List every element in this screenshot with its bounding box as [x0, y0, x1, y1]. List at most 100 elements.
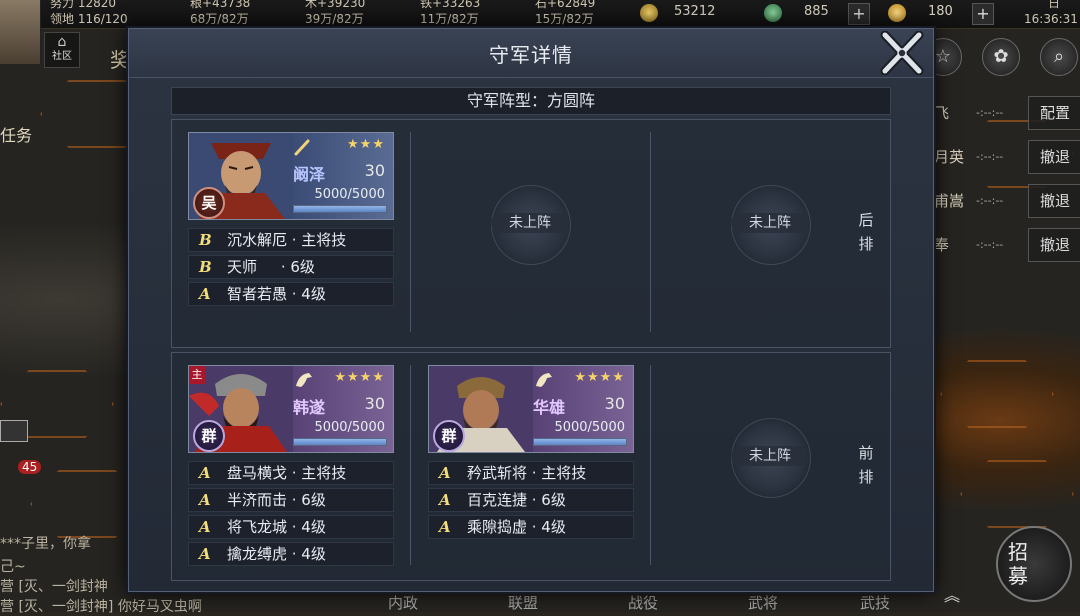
- skill-name: 百克连捷 · 6级: [467, 491, 566, 509]
- chat-line[interactable]: 营 [灭、一剑封神: [0, 576, 108, 596]
- skill-row[interactable]: B 天师 · 6级: [188, 255, 394, 279]
- skill-row[interactable]: A 乘隙捣虚 · 4级: [428, 515, 634, 539]
- troop-timer: -:--:--: [976, 150, 1004, 163]
- config-button[interactable]: 配置: [1028, 96, 1080, 130]
- wood-amount: 39万/82万: [305, 12, 364, 26]
- close-icon: [880, 30, 924, 76]
- skill-name: 智者若愚 · 4级: [227, 285, 326, 303]
- formation-label: 守军阵型：方圆阵: [171, 87, 891, 115]
- skill-row[interactable]: A 半济而击 · 6级: [188, 488, 394, 512]
- troop-timer: -:--:--: [976, 194, 1004, 207]
- community-button[interactable]: ⌂ 社区: [44, 32, 80, 68]
- nav-skills[interactable]: 武技: [860, 592, 890, 613]
- garrison-detail-dialog: 守军详情 守军阵型：方圆阵 后排 吴 ★★★ 阚泽 30 5000/5000 B…: [128, 28, 934, 592]
- hero-troops: 5000/5000: [554, 420, 625, 435]
- back-row-panel: 后排 吴 ★★★ 阚泽 30 5000/5000 B 沉水解厄 · 主将技 B …: [171, 119, 891, 348]
- copper-coin-icon: [640, 4, 658, 22]
- iron-income: 铁+33263: [420, 0, 481, 10]
- award-tab[interactable]: 奖: [110, 44, 130, 73]
- skill-grade: B: [199, 258, 212, 276]
- nav-generals[interactable]: 武将: [748, 592, 778, 613]
- nav-campaign[interactable]: 战役: [628, 592, 658, 613]
- column-divider: [410, 132, 411, 332]
- front-row-label: 前排: [858, 444, 874, 486]
- mail-icon[interactable]: [0, 420, 28, 442]
- skill-name: 擒龙缚虎 · 4级: [227, 545, 326, 563]
- hero-card-kanze[interactable]: 吴 ★★★ 阚泽 30 5000/5000: [188, 132, 394, 220]
- hero-card-hansui[interactable]: 主 群 ★★★★ 韩遂 30 5000/5000: [188, 365, 394, 453]
- skill-row[interactable]: A 矜武斩将 · 主将技: [428, 461, 634, 485]
- skill-row[interactable]: B 沉水解厄 · 主将技: [188, 228, 394, 252]
- troop-bar: [293, 205, 387, 213]
- hero-card-huaxiong[interactable]: 群 ★★★★ 华雄 30 5000/5000: [428, 365, 634, 453]
- skill-row[interactable]: A 擒龙缚虎 · 4级: [188, 542, 394, 566]
- empty-slot[interactable]: 未上阵: [731, 185, 811, 265]
- hero-troops: 5000/5000: [314, 187, 385, 202]
- clock-time: 16:36:31: [1024, 12, 1078, 26]
- withdraw-button[interactable]: 撤退: [1028, 228, 1080, 262]
- map-hex-tile: [30, 470, 144, 538]
- nav-alliance[interactable]: 联盟: [508, 592, 538, 613]
- column-divider: [650, 365, 651, 565]
- empty-slot-label: 未上阵: [491, 213, 569, 233]
- withdraw-button[interactable]: 撤退: [1028, 140, 1080, 174]
- skill-grade: A: [439, 518, 451, 536]
- avatar[interactable]: [0, 0, 41, 64]
- chat-line[interactable]: 己~: [0, 556, 26, 576]
- empty-slot[interactable]: 未上阵: [731, 418, 811, 498]
- skill-row[interactable]: A 百克连捷 · 6级: [428, 488, 634, 512]
- food-income: 粮+43738: [190, 0, 251, 10]
- troop-bar: [533, 438, 627, 446]
- task-tab[interactable]: 任务: [0, 122, 32, 146]
- empty-slot[interactable]: 未上阵: [491, 185, 571, 265]
- gold-amount: 180: [928, 4, 953, 19]
- empty-slot-label: 未上阵: [731, 213, 809, 233]
- add-jade-button[interactable]: +: [848, 3, 870, 25]
- skill-row[interactable]: A 将飞龙城 · 4级: [188, 515, 394, 539]
- skill-name: 沉水解厄 · 主将技: [227, 231, 347, 249]
- nav-domestic[interactable]: 内政: [388, 592, 418, 613]
- hero-name: 韩遂: [293, 398, 326, 417]
- map-hex-tile: [940, 360, 1054, 428]
- troop-name: 飞: [934, 104, 950, 122]
- resource-bar: 努力 12820 领地 116/120 粮+43738 68万/82万 木+39…: [0, 0, 1080, 29]
- chat-line[interactable]: 营 [灭、一剑封神] 你好马叉虫啊: [0, 596, 202, 616]
- search-icon[interactable]: ⌕: [1040, 38, 1078, 76]
- stone-amount: 15万/82万: [535, 12, 594, 26]
- skill-grade: A: [199, 491, 211, 509]
- hero-troops: 5000/5000: [314, 420, 385, 435]
- food-amount: 68万/82万: [190, 12, 249, 26]
- recruit-button[interactable]: 招募: [996, 526, 1072, 602]
- troop-bar-fill: [294, 206, 386, 212]
- skill-grade: A: [199, 285, 211, 303]
- jade-amount: 885: [804, 4, 829, 19]
- dialog-header: 守军详情: [129, 29, 933, 78]
- skill-grade: B: [199, 231, 212, 249]
- skill-row[interactable]: A 盘马横戈 · 主将技: [188, 461, 394, 485]
- expand-up-icon[interactable]: ︽: [944, 582, 960, 606]
- dialog-title: 守军详情: [489, 43, 573, 67]
- empty-slot-label: 未上阵: [731, 446, 809, 466]
- day-indicator: 日: [1048, 0, 1061, 10]
- close-button[interactable]: [879, 30, 925, 76]
- add-gold-button[interactable]: +: [972, 3, 994, 25]
- recruit-label: 招募: [1008, 540, 1028, 588]
- withdraw-button[interactable]: 撤退: [1028, 184, 1080, 218]
- skill-grade: A: [199, 545, 211, 563]
- hero-name: 华雄: [533, 398, 566, 417]
- territory-stat: 领地 116/120: [50, 12, 128, 26]
- skill-grade: A: [439, 491, 451, 509]
- gold-icon: [888, 4, 906, 22]
- skill-grade: A: [439, 464, 451, 482]
- bottom-nav: 内政 联盟 战役 武将 武技: [360, 592, 920, 612]
- skill-row[interactable]: A 智者若愚 · 4级: [188, 282, 394, 306]
- front-row-panel: 前排 主 群 ★★★★ 韩遂 30 5000/5000 A 盘马横戈 · 主将技…: [171, 352, 891, 581]
- hero-level: 30: [604, 394, 625, 413]
- hero-name: 阚泽: [293, 165, 326, 184]
- flower-icon[interactable]: ✿: [982, 38, 1020, 76]
- hero-stars: ★★★★: [334, 370, 385, 385]
- troop-timer: -:--:--: [976, 106, 1004, 119]
- chat-line[interactable]: ***子里，你拿: [0, 533, 91, 553]
- copper-amount: 53212: [674, 4, 716, 19]
- troop-bar-fill: [534, 439, 626, 445]
